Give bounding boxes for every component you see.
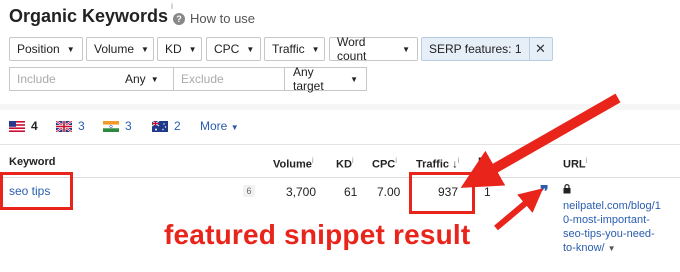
arrow-to-traffic: [460, 93, 621, 188]
arrow-to-snippet-icon: [494, 188, 544, 231]
featured-snippet-annotation: featured snippet result: [164, 219, 471, 250]
